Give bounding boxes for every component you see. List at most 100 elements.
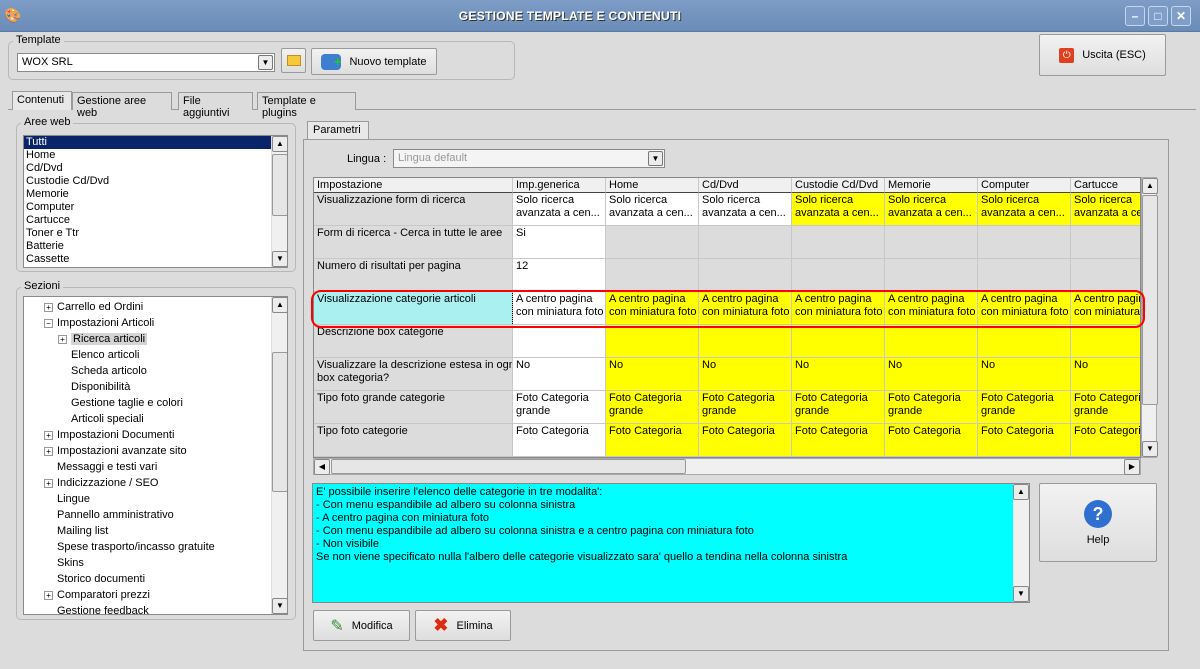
row-label[interactable]: Tipo foto categorie	[314, 424, 513, 457]
grid-cell[interactable]	[885, 325, 978, 358]
expand-icon[interactable]: +	[44, 446, 53, 456]
aree-web-item[interactable]: Cassette	[24, 253, 287, 266]
grid-cell[interactable]	[792, 259, 885, 292]
column-header[interactable]: Cartucce	[1071, 178, 1140, 193]
scroll-right-icon[interactable]: ▶	[1124, 459, 1140, 475]
expand-icon[interactable]: +	[44, 590, 53, 600]
grid-cell[interactable]	[606, 226, 699, 259]
grid-cell[interactable]: Foto Categoria grande	[978, 391, 1071, 424]
scroll-thumb[interactable]	[272, 154, 287, 216]
scroll-thumb[interactable]	[272, 352, 287, 492]
tree-item[interactable]: Scheda articolo	[58, 363, 147, 379]
tree-item[interactable]: Lingue	[44, 491, 90, 507]
scroll-down-icon[interactable]: ▼	[272, 251, 287, 267]
scroll-up-icon[interactable]: ▲	[272, 297, 287, 313]
aree-web-item[interactable]: Toner e Ttr	[24, 227, 287, 240]
aree-web-list[interactable]: Tutti Home Cd/Dvd Custodie Cd/Dvd Memorie Com…	[23, 135, 288, 268]
tree-item[interactable]: + Indicizzazione / SEO	[44, 475, 159, 491]
minimize-button[interactable]: –	[1125, 6, 1145, 26]
column-header[interactable]: Memorie	[885, 178, 978, 193]
scroll-up-icon[interactable]: ▲	[272, 136, 287, 152]
grid-cell[interactable]	[978, 226, 1071, 259]
exit-button[interactable]: ⏻ Uscita (ESC)	[1039, 34, 1166, 76]
tree-item[interactable]: − Impostazioni Articoli	[44, 315, 154, 331]
description-scrollbar[interactable]: ▲ ▼	[1013, 484, 1029, 602]
grid-cell[interactable]: Foto Categoria grande	[699, 391, 792, 424]
grid-cell[interactable]	[1071, 325, 1140, 358]
expand-icon[interactable]: +	[44, 430, 53, 440]
tree-item[interactable]: Storico documenti	[44, 571, 145, 587]
aree-web-item[interactable]: Computer	[24, 201, 287, 214]
grid-cell[interactable]: A centro pagina con miniatura	[1071, 292, 1140, 325]
row-label[interactable]: Tipo foto grande categorie	[314, 391, 513, 424]
aree-web-item[interactable]: Tutti	[24, 136, 287, 150]
column-header[interactable]: Computer	[978, 178, 1071, 193]
modifica-button[interactable]: ✎ Modifica	[313, 610, 410, 641]
grid-cell[interactable]: A centro pagina con miniatura foto	[606, 292, 699, 325]
help-button[interactable]: ? Help	[1039, 483, 1157, 562]
row-label[interactable]: Form di ricerca - Cerca in tutte le aree	[314, 226, 513, 259]
row-label[interactable]: Visualizzazione form di ricerca	[314, 193, 513, 226]
grid-cell[interactable]: Foto Categori grande	[1071, 391, 1140, 424]
grid-cell[interactable]	[978, 259, 1071, 292]
aree-web-item[interactable]: Memorie	[24, 188, 287, 201]
grid-cell[interactable]: No	[1071, 358, 1140, 391]
grid-cell[interactable]: Solo ricerca avanzata a cen...	[513, 193, 606, 226]
open-folder-button[interactable]	[281, 48, 306, 73]
chevron-down-icon[interactable]: ▼	[258, 55, 273, 70]
grid-cell[interactable]	[1071, 259, 1140, 292]
new-template-button[interactable]: + Nuovo template	[311, 48, 437, 75]
grid-cell[interactable]	[885, 259, 978, 292]
expand-icon[interactable]: +	[44, 478, 53, 488]
grid-cell[interactable]	[885, 226, 978, 259]
grid-cell[interactable]: Solo ricerca avanzata a cen...	[792, 193, 885, 226]
grid-cell[interactable]: Solo ricerca avanzata a cen...	[606, 193, 699, 226]
tree-item[interactable]: Skins	[44, 555, 84, 571]
lingua-select[interactable]: Lingua default ▼	[393, 149, 665, 168]
grid-cell[interactable]	[792, 325, 885, 358]
grid-cell[interactable]: Foto Categoria	[606, 424, 699, 457]
grid-cell[interactable]	[699, 325, 792, 358]
grid-cell[interactable]	[699, 226, 792, 259]
scroll-down-icon[interactable]: ▼	[272, 598, 287, 614]
aree-web-scrollbar[interactable]: ▲ ▼	[271, 136, 287, 267]
tab-parametri[interactable]: Parametri	[307, 121, 369, 139]
grid-cell[interactable]: Solo ricerca avanzata a cen...	[885, 193, 978, 226]
tab-file-aggiuntivi[interactable]: File aggiuntivi	[178, 92, 253, 119]
column-header[interactable]: Home	[606, 178, 699, 193]
tree-item[interactable]: + Ricerca articoli	[58, 331, 148, 347]
grid-cell[interactable]: Foto Categoria	[513, 424, 606, 457]
tree-item[interactable]: Gestione taglie e colori	[58, 395, 183, 411]
grid-cell[interactable]: Foto Categoria grande	[606, 391, 699, 424]
grid-cell[interactable]: Solo ricerca avanzata a ce	[1071, 193, 1140, 226]
sezioni-tree[interactable]: + Carrello ed Ordini − Impostazioni Articol…	[23, 296, 288, 615]
grid-cell[interactable]: Foto Categoria	[699, 424, 792, 457]
tree-item[interactable]: Articoli speciali	[58, 411, 144, 427]
grid-vscrollbar[interactable]: ▲ ▼	[1141, 177, 1158, 458]
tab-template-plugins[interactable]: Template e plugins	[257, 92, 356, 119]
row-label[interactable]: Visualizzazione categorie articoli	[314, 292, 513, 325]
scroll-down-icon[interactable]: ▼	[1013, 586, 1029, 602]
column-header[interactable]: Cd/Dvd	[699, 178, 792, 193]
row-label[interactable]: Descrizione box categorie	[314, 325, 513, 358]
tree-item[interactable]: + Impostazioni avanzate sito	[44, 443, 187, 459]
grid-cell[interactable]	[699, 259, 792, 292]
grid-cell[interactable]: A centro pagina con miniatura foto	[512, 291, 607, 326]
grid-cell[interactable]: A centro pagina con miniatura foto	[978, 292, 1071, 325]
grid-cell[interactable]: Solo ricerca avanzata a cen...	[978, 193, 1071, 226]
grid-cell[interactable]	[606, 325, 699, 358]
tree-item[interactable]: + Comparatori prezzi	[44, 587, 150, 603]
tree-item[interactable]: Mailing list	[44, 523, 108, 539]
grid-cell[interactable]: No	[885, 358, 978, 391]
column-header[interactable]: Custodie Cd/Dvd	[792, 178, 885, 193]
grid-cell[interactable]: Foto Categoria grande	[792, 391, 885, 424]
grid-cell[interactable]	[978, 325, 1071, 358]
sezioni-scrollbar[interactable]: ▲ ▼	[271, 297, 287, 614]
grid-cell[interactable]: Si	[513, 226, 606, 259]
tree-item[interactable]: Messaggi e testi vari	[44, 459, 157, 475]
row-label[interactable]: Visualizzare la descrizione estesa in og…	[314, 358, 513, 391]
grid-cell[interactable]	[1071, 226, 1140, 259]
tree-item[interactable]: Disponibilità	[58, 379, 130, 395]
grid-cell[interactable]	[513, 325, 606, 358]
template-select[interactable]: WOX SRL ▼	[17, 53, 275, 72]
